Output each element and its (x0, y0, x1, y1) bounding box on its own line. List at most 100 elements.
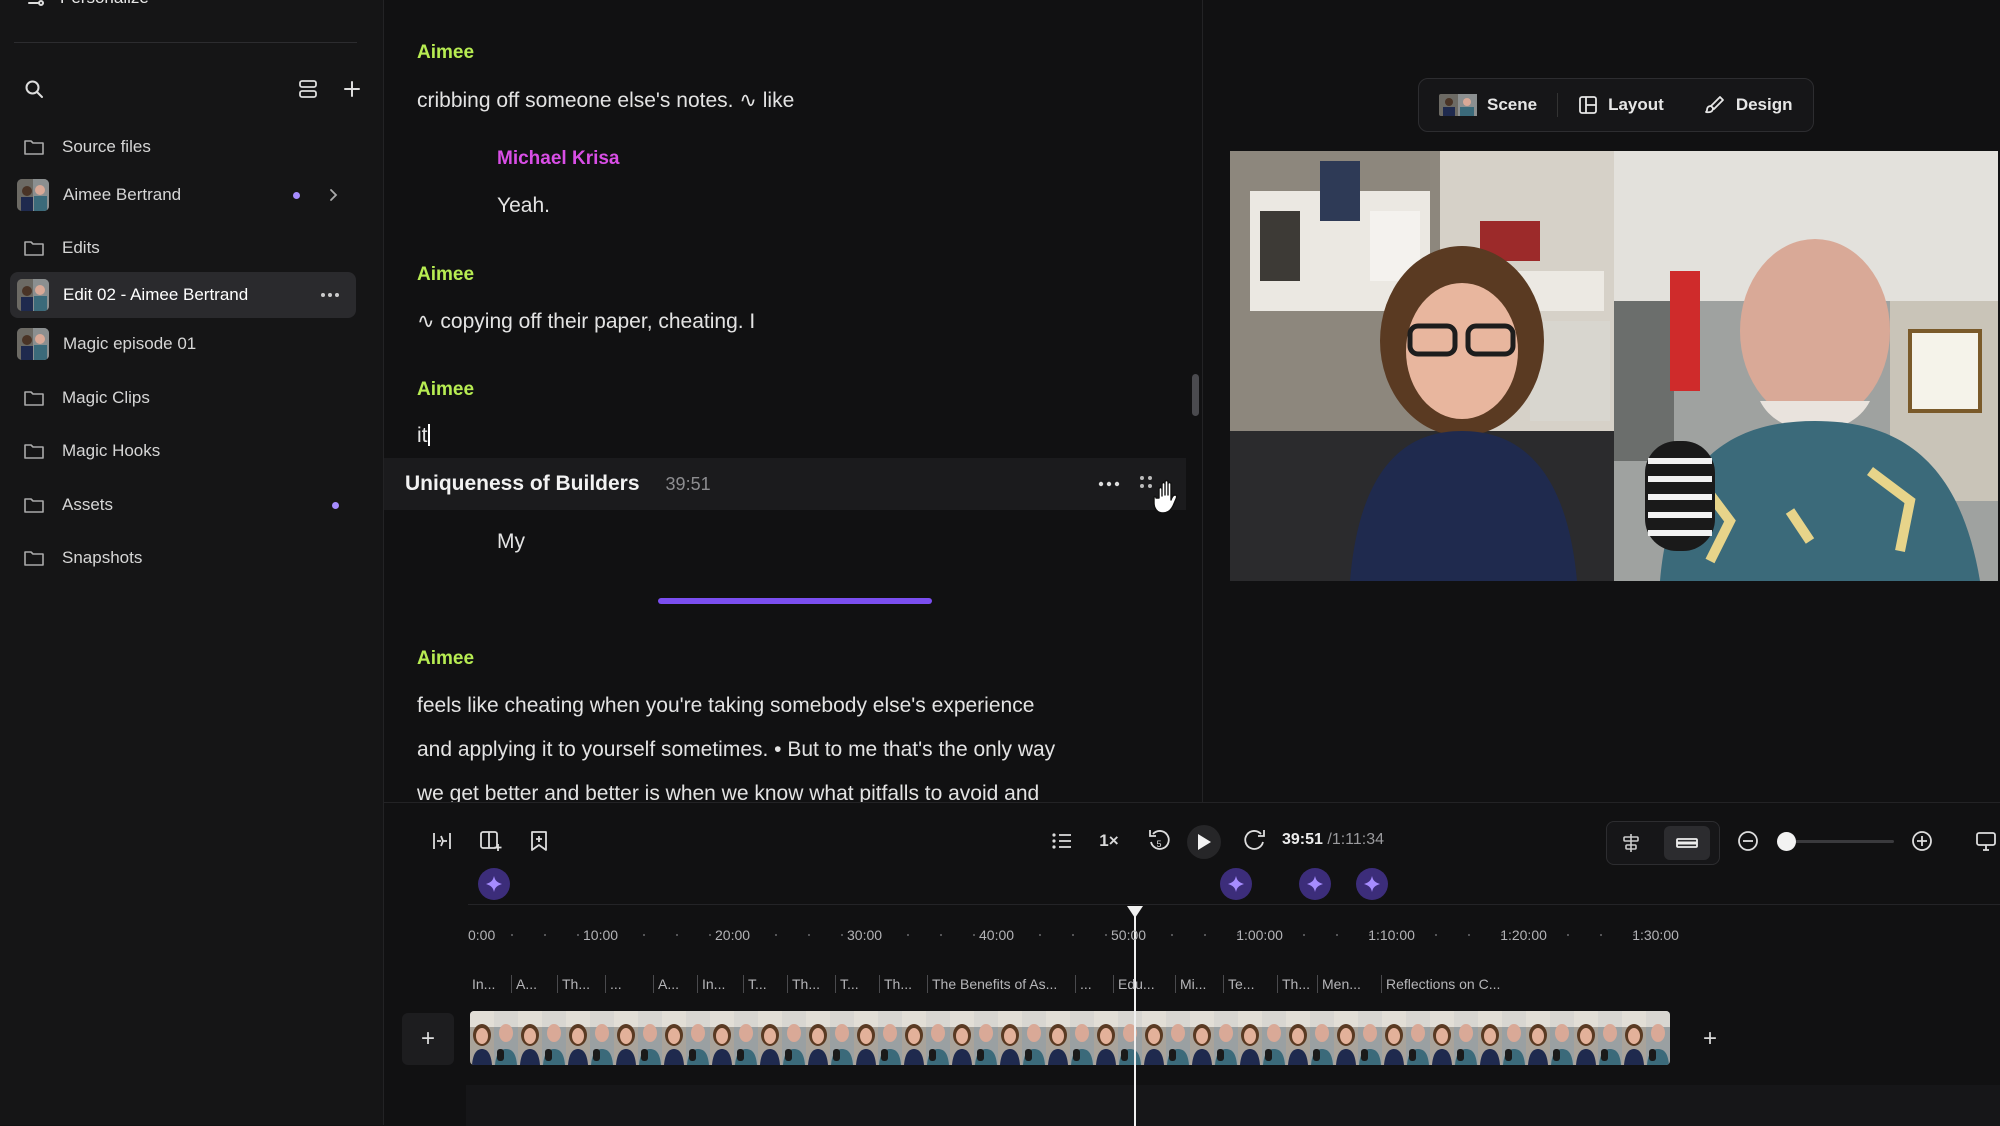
chapter-separator (511, 975, 512, 993)
rewind-5-button[interactable]: 5 (1146, 827, 1172, 855)
chapter-marker[interactable]: Te... (1228, 976, 1254, 992)
filmstrip-frame (854, 1011, 902, 1065)
transcript-line[interactable]: and applying it to yourself sometimes. •… (417, 738, 1055, 762)
transcript-line[interactable]: we get better and better is when we know… (417, 782, 1039, 802)
transcript-line[interactable]: it (417, 424, 430, 448)
chapter-marker[interactable]: Th... (792, 976, 820, 992)
filmstrip-frame (1622, 1011, 1670, 1065)
chapter-separator (1113, 975, 1114, 993)
scene-thumbnail-icon (1439, 94, 1477, 116)
tab-design[interactable]: Design (1684, 79, 1813, 131)
forward-button[interactable] (1242, 827, 1268, 855)
sidebar-item-label: Snapshots (62, 548, 143, 567)
more-options-icon[interactable] (320, 291, 340, 299)
chapter-marker[interactable]: T... (748, 976, 767, 992)
project-thumbnail (17, 279, 49, 311)
chapter-marker[interactable]: ... (610, 976, 622, 992)
add-layout-button[interactable] (478, 829, 504, 853)
audio-track[interactable] (466, 1085, 2000, 1126)
scrollbar-thumb[interactable] (1192, 374, 1199, 416)
add-bookmark-button[interactable] (528, 829, 550, 853)
ai-marker[interactable] (1220, 868, 1252, 900)
chapter-marker[interactable]: T... (840, 976, 859, 992)
compact-tracks-button[interactable] (1664, 826, 1710, 860)
add-track-left-button[interactable]: + (402, 1013, 454, 1065)
transcript-line[interactable]: cribbing off someone else's notes. ∿ lik… (417, 88, 794, 113)
playhead-handle[interactable] (1127, 906, 1143, 918)
chapter-marker[interactable]: In... (472, 976, 495, 992)
chevron-right-icon[interactable] (326, 188, 340, 202)
transcript-line[interactable]: ∿ copying off their paper, cheating. I (417, 309, 755, 334)
sidebar-item-edit-02[interactable]: Edit 02 - Aimee Bertrand (10, 272, 356, 318)
chapter-marker[interactable]: Edu... (1118, 976, 1155, 992)
personalize-menu[interactable]: Personalize (26, 0, 149, 8)
zoom-slider-track[interactable] (1780, 840, 1894, 843)
chapter-marker[interactable]: Reflections on C... (1386, 976, 1500, 992)
chapter-marker[interactable]: A... (658, 976, 679, 992)
sidebar-item-snapshots[interactable]: Snapshots (10, 535, 356, 581)
chapter-marker[interactable]: Th... (884, 976, 912, 992)
chapter-marker[interactable]: Th... (1282, 976, 1310, 992)
chapters-list-button[interactable] (1050, 829, 1074, 853)
ruler-tick (1336, 934, 1338, 936)
chapter-marker[interactable]: Th... (562, 976, 590, 992)
zoom-slider-thumb[interactable] (1776, 832, 1796, 851)
chapter-title[interactable]: Uniqueness of Builders (405, 472, 640, 496)
tab-layout[interactable]: Layout (1558, 79, 1684, 131)
sidebar-item-source-files[interactable]: Source files (10, 124, 356, 170)
sidebar-item-magic-hooks[interactable]: Magic Hooks (10, 428, 356, 474)
more-options-icon[interactable] (1098, 480, 1120, 488)
filmstrip-frame (1526, 1011, 1574, 1065)
stack-icon[interactable] (298, 79, 318, 99)
forward-icon (1244, 830, 1265, 850)
current-time: 39:51 (1282, 831, 1323, 848)
split-clip-button[interactable] (430, 829, 454, 853)
ruler-label: 20:00 (715, 927, 751, 943)
chapter-marker[interactable]: Men... (1322, 976, 1361, 992)
chapter-marker[interactable]: In... (702, 976, 725, 992)
transcript-line[interactable]: My (497, 530, 525, 554)
sidebar-item-magic-episode-01[interactable]: Magic episode 01 (10, 321, 356, 367)
ai-marker[interactable] (1356, 868, 1388, 900)
add-icon[interactable] (342, 79, 362, 99)
personalize-label: Personalize (60, 0, 149, 8)
sidebar-item-label: Source files (62, 137, 151, 156)
chapter-separator (927, 975, 928, 993)
transcript-line[interactable]: feels like cheating when you're taking s… (417, 694, 1034, 718)
transcript-editor[interactable]: Aimee cribbing off someone else's notes.… (384, 0, 1202, 802)
play-button[interactable] (1187, 825, 1221, 859)
zoom-out-button[interactable] (1736, 829, 1760, 853)
video-track[interactable] (470, 1011, 1670, 1065)
expanded-tracks-button[interactable] (1614, 829, 1648, 857)
playback-speed-button[interactable]: 1× (1096, 829, 1122, 853)
sparkle-icon (1228, 876, 1244, 892)
filmstrip-frame (614, 1011, 662, 1065)
add-track-right-button[interactable]: + (1692, 1021, 1728, 1057)
sparkle-icon (1364, 876, 1380, 892)
sidebar-item-magic-clips[interactable]: Magic Clips (10, 375, 356, 421)
chapter-marker[interactable]: The Benefits of As... (932, 976, 1057, 992)
filmstrip-frame (1574, 1011, 1622, 1065)
sidebar-item-aimee-bertrand[interactable]: Aimee Bertrand (10, 172, 356, 218)
text-cursor (427, 424, 430, 446)
ai-marker[interactable] (1299, 868, 1331, 900)
ai-marker[interactable] (478, 868, 510, 900)
chapter-header[interactable]: Uniqueness of Builders 39:51 (384, 458, 1186, 514)
ruler-tick (1600, 934, 1602, 936)
fullscreen-timeline-button[interactable] (1974, 829, 1998, 853)
chapter-marker[interactable]: Mi... (1180, 976, 1206, 992)
tab-scene[interactable]: Scene (1419, 79, 1557, 131)
filmstrip-frame (998, 1011, 1046, 1065)
ruler-tick (1105, 934, 1107, 936)
transcript-line[interactable]: Yeah. (497, 194, 550, 218)
grab-cursor-icon (1153, 479, 1178, 514)
video-preview[interactable] (1230, 151, 1998, 581)
filmstrip-frame (1334, 1011, 1382, 1065)
chapter-marker[interactable]: A... (516, 976, 537, 992)
chapter-marker[interactable]: ... (1080, 976, 1092, 992)
zoom-in-button[interactable] (1910, 829, 1934, 853)
search-icon[interactable] (24, 79, 44, 99)
sidebar-item-edits[interactable]: Edits (10, 225, 356, 271)
sidebar-item-assets[interactable]: Assets (10, 482, 356, 528)
folder-icon (22, 135, 46, 159)
